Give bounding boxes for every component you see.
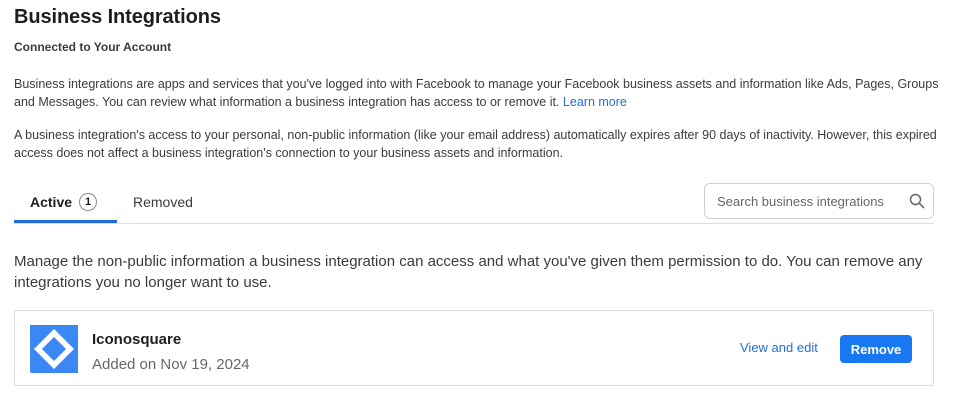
page-subtitle: Connected to Your Account xyxy=(14,40,172,54)
tab-removed-label: Removed xyxy=(133,194,193,210)
search-input[interactable] xyxy=(717,193,897,209)
remove-button[interactable]: Remove xyxy=(840,335,912,363)
search-icon[interactable] xyxy=(909,193,925,209)
tab-active[interactable]: Active 1 xyxy=(14,182,117,223)
view-and-edit-link[interactable]: View and edit xyxy=(740,340,818,355)
search-box[interactable] xyxy=(704,183,934,219)
iconosquare-logo-icon xyxy=(30,325,78,373)
integration-added-date: Added on Nov 19, 2024 xyxy=(92,356,250,373)
active-count-badge: 1 xyxy=(79,193,98,211)
tab-active-label: Active xyxy=(30,194,73,210)
business-integrations-page: Business Integrations Connected to Your … xyxy=(0,0,979,398)
integration-name: Iconosquare xyxy=(92,331,182,348)
page-title: Business Integrations xyxy=(14,6,221,28)
learn-more-link[interactable]: Learn more xyxy=(563,95,627,109)
integration-card: Iconosquare Added on Nov 19, 2024 View a… xyxy=(14,310,934,386)
intro-paragraph: Business integrations are apps and servi… xyxy=(14,75,944,111)
expiry-paragraph: A business integration's access to your … xyxy=(14,128,937,160)
manage-description: Manage the non-public information a busi… xyxy=(14,253,923,291)
intro-text: Business integrations are apps and servi… xyxy=(14,77,939,109)
tab-removed[interactable]: Removed xyxy=(133,182,193,222)
